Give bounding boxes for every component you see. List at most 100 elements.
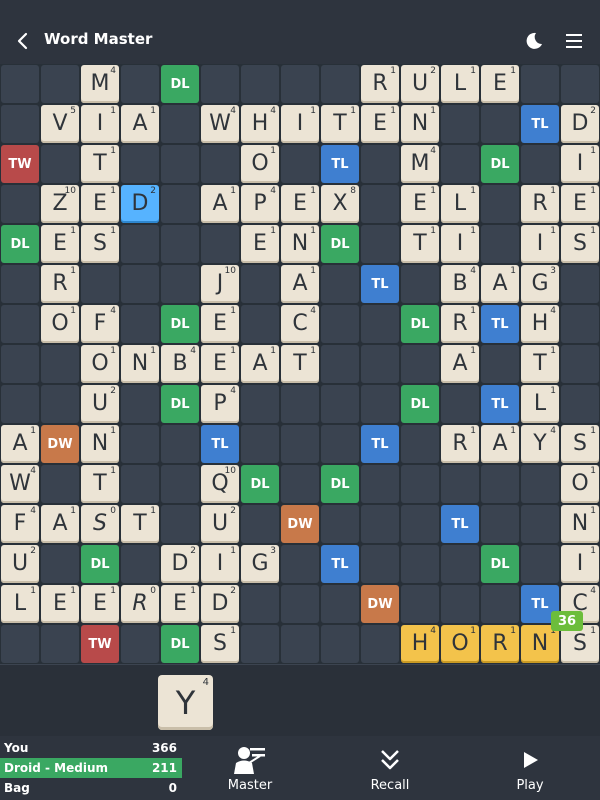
board-tile[interactable]: E1 (241, 225, 279, 263)
bonus-square-tw[interactable]: TW (81, 625, 119, 663)
empty-square[interactable] (121, 225, 159, 263)
empty-square[interactable] (281, 145, 319, 183)
board-tile[interactable]: M4 (81, 65, 119, 103)
board-tile[interactable]: E1 (281, 185, 319, 223)
board-tile[interactable]: M4 (401, 145, 439, 183)
bonus-square-dl[interactable]: DL (481, 145, 519, 183)
board-tile[interactable]: O1 (241, 145, 279, 183)
empty-square[interactable] (41, 345, 79, 383)
bonus-square-dl[interactable]: DL (321, 465, 359, 503)
master-button[interactable]: Master (195, 736, 305, 800)
board-tile[interactable]: S1 (561, 425, 599, 463)
empty-square[interactable] (41, 545, 79, 583)
empty-square[interactable] (121, 625, 159, 663)
empty-square[interactable] (41, 65, 79, 103)
empty-square[interactable] (281, 585, 319, 623)
empty-square[interactable] (1, 625, 39, 663)
bonus-square-dl[interactable]: DL (161, 65, 199, 103)
rack-tile[interactable]: Y 4 (158, 675, 213, 730)
empty-square[interactable] (521, 145, 559, 183)
empty-square[interactable] (401, 505, 439, 543)
board-tile[interactable]: O1 (441, 625, 479, 663)
board-tile[interactable]: S1 (561, 225, 599, 263)
empty-square[interactable] (361, 545, 399, 583)
bonus-square-dl[interactable]: DL (321, 225, 359, 263)
board-tile[interactable]: R1 (41, 265, 79, 303)
bonus-square-dl[interactable]: DL (241, 465, 279, 503)
board-tile[interactable]: E1 (361, 105, 399, 143)
board-tile[interactable]: A1 (121, 105, 159, 143)
board-tile[interactable]: G3 (521, 265, 559, 303)
empty-square[interactable] (401, 465, 439, 503)
empty-square[interactable] (41, 145, 79, 183)
bonus-square-tl[interactable]: TL (321, 145, 359, 183)
empty-square[interactable] (201, 145, 239, 183)
board-tile[interactable]: N1 (81, 425, 119, 463)
board-tile[interactable]: O1 (561, 465, 599, 503)
empty-square[interactable] (321, 305, 359, 343)
empty-square[interactable] (161, 185, 199, 223)
bonus-square-tl[interactable]: TL (321, 545, 359, 583)
board-tile[interactable]: B4 (161, 345, 199, 383)
empty-square[interactable] (321, 65, 359, 103)
empty-square[interactable] (161, 105, 199, 143)
board-tile[interactable]: T1 (121, 505, 159, 543)
empty-square[interactable] (361, 225, 399, 263)
empty-square[interactable] (521, 65, 559, 103)
board-tile[interactable]: R1 (441, 305, 479, 343)
board-tile[interactable]: A1 (481, 425, 519, 463)
empty-square[interactable] (241, 425, 279, 463)
board-tile[interactable]: E1 (41, 225, 79, 263)
empty-square[interactable] (361, 465, 399, 503)
board-tile[interactable]: I1 (281, 105, 319, 143)
empty-square[interactable] (41, 625, 79, 663)
board-tile[interactable]: E1 (41, 585, 79, 623)
empty-square[interactable] (321, 345, 359, 383)
empty-square[interactable] (241, 625, 279, 663)
bonus-square-dw[interactable]: DW (41, 425, 79, 463)
empty-square[interactable] (321, 505, 359, 543)
board-tile[interactable]: R1 (361, 65, 399, 103)
board-tile[interactable]: H4 (401, 625, 439, 663)
empty-square[interactable] (441, 145, 479, 183)
empty-square[interactable] (401, 425, 439, 463)
bonus-square-tl[interactable]: TL (521, 105, 559, 143)
board-tile[interactable]: A1 (241, 345, 279, 383)
bonus-square-dl[interactable]: DL (161, 625, 199, 663)
empty-square[interactable] (241, 265, 279, 303)
board-tile[interactable]: N1 (281, 225, 319, 263)
empty-square[interactable] (161, 225, 199, 263)
board-tile[interactable]: Y4 (521, 425, 559, 463)
board-tile[interactable]: Q 10 (201, 465, 239, 503)
board-tile[interactable]: A1 (41, 505, 79, 543)
menu-button[interactable] (555, 22, 593, 60)
board-tile[interactable]: A1 (441, 345, 479, 383)
empty-square[interactable] (201, 65, 239, 103)
empty-square[interactable] (161, 145, 199, 183)
board-tile[interactable]: I1 (561, 145, 599, 183)
board-tile[interactable]: E1 (161, 585, 199, 623)
board-tile[interactable]: D2 (201, 585, 239, 623)
board-tile[interactable]: P4 (241, 185, 279, 223)
empty-square[interactable] (121, 545, 159, 583)
board-tile[interactable]: R1 (441, 425, 479, 463)
empty-square[interactable] (481, 345, 519, 383)
empty-square[interactable] (481, 225, 519, 263)
board-tile[interactable]: E1 (201, 305, 239, 343)
board-tile[interactable]: R1 (481, 625, 519, 663)
bonus-square-tl[interactable]: TL (201, 425, 239, 463)
empty-square[interactable] (361, 505, 399, 543)
board-tile[interactable]: I1 (201, 545, 239, 583)
empty-square[interactable] (401, 585, 439, 623)
bonus-square-tl[interactable]: TL (481, 305, 519, 343)
recall-button[interactable]: Recall (335, 736, 445, 800)
empty-square[interactable] (241, 505, 279, 543)
bonus-square-dl[interactable]: DL (161, 305, 199, 343)
empty-square[interactable] (441, 585, 479, 623)
empty-square[interactable] (401, 345, 439, 383)
board-tile[interactable]: B4 (441, 265, 479, 303)
empty-square[interactable] (361, 385, 399, 423)
board-tile[interactable]: T1 (281, 345, 319, 383)
board-tile[interactable]: O1 (41, 305, 79, 343)
empty-square[interactable] (561, 305, 599, 343)
